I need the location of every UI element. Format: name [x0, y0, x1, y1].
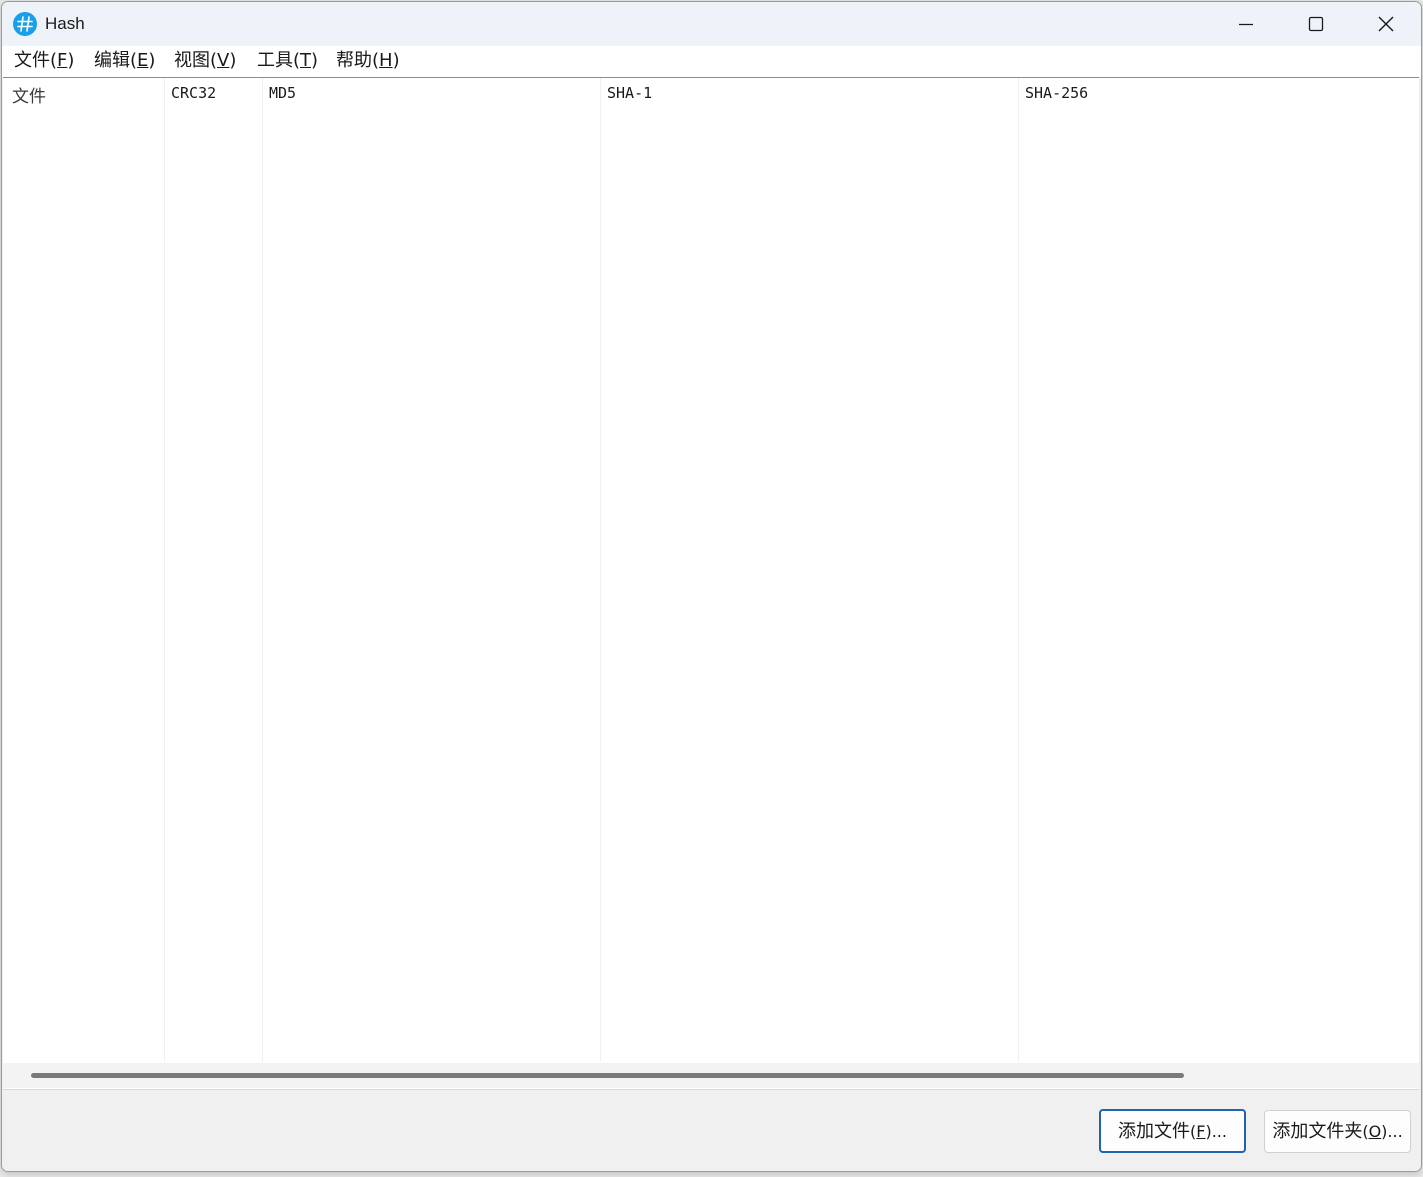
column-header-crc32[interactable]: CRC32 [171, 84, 216, 102]
menu-tools[interactable]: 工具(T) [255, 50, 320, 72]
minimize-button[interactable] [1211, 2, 1281, 46]
add-folder-button[interactable]: 添加文件夹(O)... [1264, 1110, 1411, 1153]
close-icon [1378, 16, 1394, 32]
column-divider[interactable] [600, 78, 601, 1062]
hash-window: Hash 文件(F) 编辑(E) 视图(V) 工具(T) 帮助(H) 文件 CR… [1, 1, 1422, 1172]
column-divider[interactable] [1018, 78, 1019, 1062]
menu-bar: 文件(F) 编辑(E) 视图(V) 工具(T) 帮助(H) [2, 46, 1421, 77]
horizontal-scrollbar[interactable] [3, 1063, 1419, 1088]
column-divider[interactable] [262, 78, 263, 1062]
column-header-sha256[interactable]: SHA-256 [1025, 84, 1088, 102]
column-header-md5[interactable]: MD5 [269, 84, 296, 102]
title-bar[interactable]: Hash [2, 2, 1421, 46]
hash-list[interactable]: 文件 CRC32 MD5 SHA-1 SHA-256 [3, 77, 1419, 1090]
column-divider[interactable] [164, 78, 165, 1062]
menu-file[interactable]: 文件(F) [12, 50, 76, 72]
minimize-icon [1239, 23, 1253, 26]
close-button[interactable] [1351, 2, 1421, 46]
menu-view[interactable]: 视图(V) [172, 50, 238, 72]
maximize-icon [1308, 16, 1324, 32]
column-header-sha1[interactable]: SHA-1 [607, 84, 652, 102]
window-title: Hash [45, 14, 85, 33]
add-file-button[interactable]: 添加文件(F)... [1099, 1109, 1246, 1153]
scrollbar-thumb[interactable] [31, 1073, 1184, 1078]
menu-edit[interactable]: 编辑(E) [92, 50, 157, 72]
hash-icon [13, 12, 37, 36]
column-header-file[interactable]: 文件 [12, 82, 46, 107]
maximize-button[interactable] [1281, 2, 1351, 46]
menu-help[interactable]: 帮助(H) [334, 50, 402, 72]
button-panel: 添加文件(F)... 添加文件夹(O)... [2, 1090, 1421, 1171]
